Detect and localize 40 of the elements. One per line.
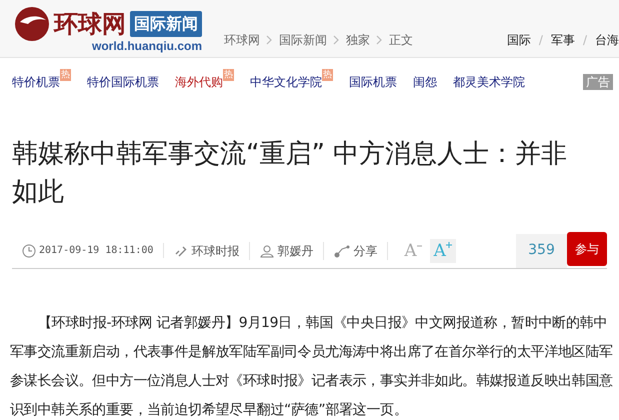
plus-icon: [446, 242, 452, 248]
ad-link[interactable]: 海外代购: [175, 73, 223, 91]
ad-link[interactable]: 特价国际机票: [87, 73, 159, 91]
channel-link[interactable]: 国际: [506, 30, 531, 48]
ad-link[interactable]: 国际机票: [349, 73, 397, 91]
share-icon: [334, 244, 350, 258]
channel-link[interactable]: 台海: [595, 30, 619, 48]
minus-icon: [416, 244, 422, 246]
hot-badge: 热: [322, 69, 333, 81]
domain-text: world.huanqiu.com: [92, 40, 202, 52]
chevron-icon: [266, 34, 273, 44]
separator: /: [582, 32, 587, 48]
article-title: 韩媒称中韩军事交流“重启” 中方消息人士：并非如此: [11, 138, 568, 209]
chevron-icon: [333, 34, 340, 44]
ad-link[interactable]: 中华文化学院: [250, 73, 322, 91]
person-icon: [260, 244, 274, 258]
ad-tag: 广告: [583, 74, 613, 90]
section-badge: 国际新闻: [130, 10, 202, 36]
channel-link[interactable]: 军事: [550, 30, 575, 48]
author-name: 郭媛丹: [277, 242, 314, 260]
share-button[interactable]: 分享: [324, 242, 388, 260]
separator: /: [538, 32, 543, 48]
logo-icon: [12, 6, 52, 42]
breadcrumb-link[interactable]: 环球网: [224, 30, 260, 48]
link-icon: [174, 244, 188, 258]
article-paragraph: 【环球时报-环球网 记者郭媛丹】9月19日，韩国《中央日报》中文网报道称，暂时中断的韩中军事交流重新启动，代表事件是解放军陆军副司令员尤海涛中将出席了在首尔举行的太平洋地区陆军参谋长会议。但中方一位消息人士对《环球时报》记者表示，事实并非如此。韩媒报道反映出韩国意识到中韩关系的重要，当前迫切希望尽早翻过“萨德”部署这一页。: [10, 314, 614, 420]
ad-link[interactable]: 闺怨: [413, 73, 437, 91]
ad-link[interactable]: 都灵美术学院: [453, 73, 525, 91]
publish-time: 2017-09-19 18:11:00: [39, 244, 154, 258]
ad-link[interactable]: 特价机票: [12, 73, 60, 91]
join-button[interactable]: 参与: [567, 232, 607, 266]
logo-text: 环球网: [54, 12, 126, 36]
breadcrumb-link[interactable]: 独家: [346, 30, 370, 48]
chevron-icon: [376, 34, 383, 44]
hot-badge: 热: [223, 69, 234, 81]
hot-badge: 热: [60, 69, 71, 81]
breadcrumb-link[interactable]: 国际新闻: [279, 30, 327, 48]
source-link[interactable]: 环球时报: [191, 242, 240, 260]
breadcrumb-link[interactable]: 正文: [389, 30, 413, 48]
clock-icon: [22, 244, 36, 258]
